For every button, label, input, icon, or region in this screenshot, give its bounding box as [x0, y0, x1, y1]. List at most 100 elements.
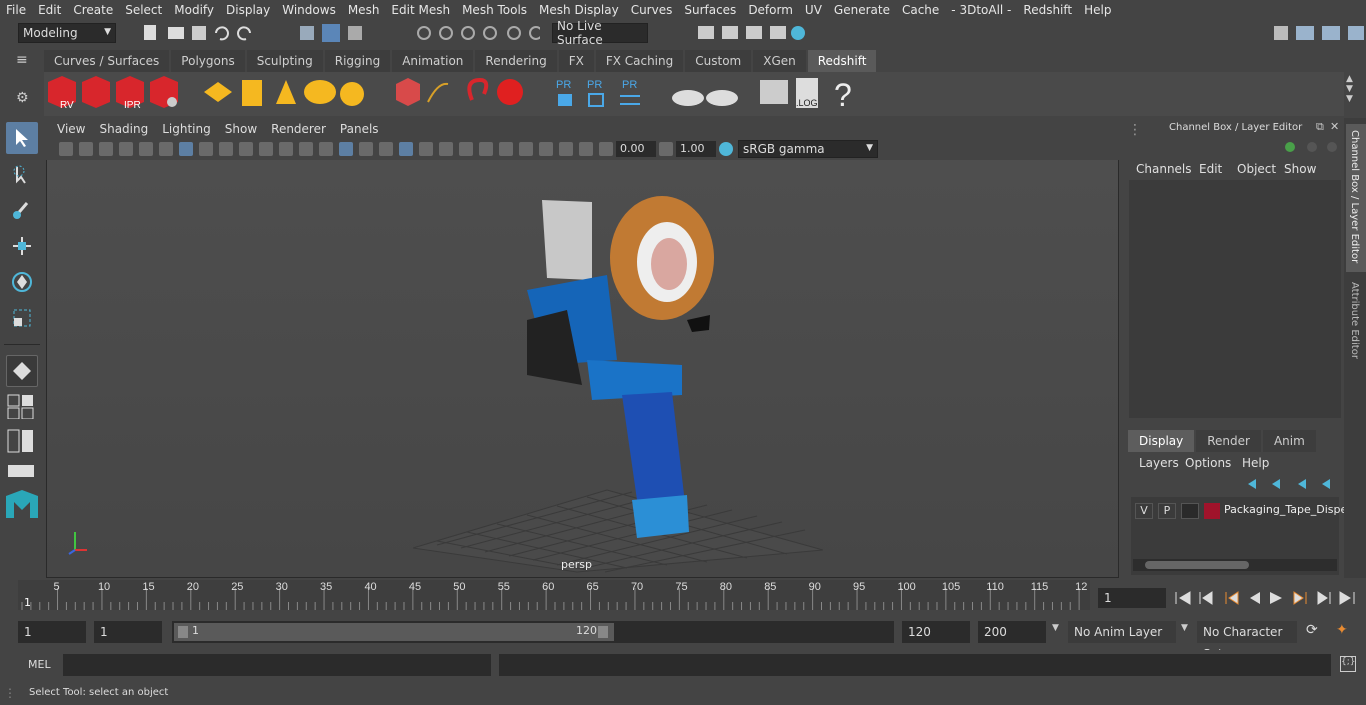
- safe-action-icon[interactable]: [279, 142, 293, 156]
- bookmark-icon[interactable]: [99, 142, 113, 156]
- smooth-shade-icon[interactable]: [339, 142, 353, 156]
- character-set-field[interactable]: No Character Set: [1197, 621, 1297, 661]
- default-material-icon[interactable]: [359, 142, 373, 156]
- playback-end-field[interactable]: 120: [902, 621, 970, 643]
- color-space-dropdown[interactable]: sRGB gamma ▼: [738, 140, 878, 158]
- time-slider[interactable]: 5 10 15 20 25 30 35 40 45 50 55 60 65 70 75 80 85 90 95 100…: [18, 580, 1090, 610]
- depth-of-field-icon[interactable]: [499, 142, 513, 156]
- tab-xgen[interactable]: XGen: [753, 50, 806, 72]
- layer-color-swatch[interactable]: [1204, 503, 1220, 519]
- render-icons[interactable]: [676, 23, 816, 43]
- exposure-field[interactable]: 0.00: [616, 141, 656, 157]
- script-editor-icon[interactable]: {;}: [1340, 656, 1356, 672]
- end-time-field[interactable]: 200: [978, 621, 1046, 643]
- tab-redshift[interactable]: Redshift: [807, 50, 877, 72]
- command-input[interactable]: [63, 654, 491, 676]
- channel-menu-edit[interactable]: Edit: [1199, 162, 1222, 176]
- menu-generate[interactable]: Generate: [828, 3, 896, 17]
- range-slider-start-handle[interactable]: [178, 626, 188, 638]
- lasso-tool-icon[interactable]: [6, 158, 38, 190]
- grid-icon[interactable]: [179, 142, 193, 156]
- layout-panes-icon[interactable]: [6, 428, 38, 457]
- tab-fx[interactable]: FX: [558, 50, 594, 72]
- tab-rendering[interactable]: Rendering: [475, 50, 557, 72]
- viewport-menu-view[interactable]: View: [50, 122, 92, 136]
- chevron-down-icon[interactable]: ▼: [1052, 623, 1059, 633]
- tab-fx-caching[interactable]: FX Caching: [595, 50, 684, 72]
- rotate-tool-icon[interactable]: [6, 266, 38, 298]
- preferences-runner-icon[interactable]: ✦: [1336, 622, 1348, 638]
- float-panel-icon[interactable]: ⧉: [1316, 120, 1324, 134]
- script-language-label[interactable]: MEL: [28, 658, 51, 671]
- layer-menu-layers[interactable]: Layers: [1139, 456, 1179, 470]
- use-all-lights-icon[interactable]: [399, 142, 413, 156]
- panel-grip-icon[interactable]: ⋮: [1128, 122, 1142, 138]
- textured-icon[interactable]: [379, 142, 393, 156]
- layout-single-icon[interactable]: [6, 393, 38, 422]
- tab-anim[interactable]: Anim: [1262, 430, 1316, 452]
- menu-3dtoall[interactable]: - 3DtoAll -: [945, 3, 1017, 17]
- safe-title-icon[interactable]: [299, 142, 313, 156]
- live-surface-field[interactable]: No Live Surface: [552, 19, 648, 47]
- xray-joints-icon[interactable]: [559, 142, 573, 156]
- shelf-scroll[interactable]: ▲ ▼ ▼: [1346, 74, 1360, 114]
- tab-sculpting[interactable]: Sculpting: [246, 50, 323, 72]
- image-plane-icon[interactable]: [119, 142, 133, 156]
- menu-windows[interactable]: Windows: [276, 3, 342, 17]
- menu-create[interactable]: Create: [67, 3, 119, 17]
- shadows-icon[interactable]: [419, 142, 433, 156]
- layer-type-toggle[interactable]: [1181, 503, 1199, 519]
- menu-file[interactable]: File: [0, 3, 32, 17]
- menu-modify[interactable]: Modify: [168, 3, 220, 17]
- layer-name[interactable]: Packaging_Tape_Dispe: [1224, 503, 1347, 516]
- tab-channel-box-side[interactable]: Channel Box / Layer Editor: [1346, 124, 1366, 272]
- shelf-menu-icon[interactable]: ≡: [16, 52, 36, 68]
- viewport-menu-panels[interactable]: Panels: [333, 122, 386, 136]
- tab-render[interactable]: Render: [1196, 430, 1261, 452]
- soft-select-icon[interactable]: [6, 355, 38, 387]
- tab-animation[interactable]: Animation: [392, 50, 474, 72]
- channel-menu-object[interactable]: Object: [1237, 162, 1276, 176]
- anim-layer-field[interactable]: No Anim Layer: [1068, 621, 1176, 643]
- layer-action-icons[interactable]: [1240, 476, 1340, 492]
- isolate-select-icon[interactable]: [519, 142, 533, 156]
- select-tool-icon[interactable]: [6, 122, 38, 154]
- current-frame-field[interactable]: 1: [1098, 588, 1166, 608]
- tab-rigging[interactable]: Rigging: [324, 50, 391, 72]
- gamma-field[interactable]: 1.00: [676, 141, 716, 157]
- layer-scrollbar[interactable]: [1133, 559, 1337, 571]
- field-chart-icon[interactable]: [259, 142, 273, 156]
- range-slider-bar[interactable]: [174, 623, 614, 641]
- grease-pencil-icon[interactable]: [159, 142, 173, 156]
- layer-menu-options[interactable]: Options: [1185, 456, 1231, 470]
- color-management-icon[interactable]: [719, 142, 733, 156]
- tab-polygons[interactable]: Polygons: [171, 50, 245, 72]
- layer-scrollbar-thumb[interactable]: [1145, 561, 1249, 569]
- tab-curves-surfaces[interactable]: Curves / Surfaces: [44, 50, 170, 72]
- chevron-down-icon[interactable]: ▼: [1181, 623, 1188, 633]
- viewport-menu-renderer[interactable]: Renderer: [264, 122, 333, 136]
- shelf-options[interactable]: ≡ ⚙: [16, 52, 36, 116]
- menu-select[interactable]: Select: [119, 3, 168, 17]
- layer-menu-help[interactable]: Help: [1242, 456, 1269, 470]
- start-time-field[interactable]: 1: [18, 621, 86, 643]
- viewport-menu-shading[interactable]: Shading: [92, 122, 155, 136]
- channel-menu-show[interactable]: Show: [1284, 162, 1316, 176]
- camera-attr-icon[interactable]: [79, 142, 93, 156]
- move-tool-icon[interactable]: [6, 230, 38, 262]
- gate-mask-icon[interactable]: [239, 142, 253, 156]
- motion-blur-icon[interactable]: [459, 142, 473, 156]
- status-line-icons[interactable]: [140, 23, 540, 43]
- viewport-menu-lighting[interactable]: Lighting: [155, 122, 218, 136]
- viewport-3d[interactable]: persp: [47, 160, 1118, 577]
- resolution-gate-icon[interactable]: [219, 142, 233, 156]
- film-gate-icon[interactable]: [199, 142, 213, 156]
- layer-visibility-toggle[interactable]: V: [1135, 503, 1153, 519]
- workspace-icons[interactable]: [1270, 23, 1366, 43]
- gear-icon[interactable]: ⚙: [16, 90, 36, 106]
- layout-outliner-icon[interactable]: [6, 463, 38, 482]
- viewport-menu-show[interactable]: Show: [218, 122, 264, 136]
- redshift-shelf-icons[interactable]: RV IPR PR PR PR .LOG ?: [44, 72, 864, 116]
- channel-box-icons[interactable]: [1282, 138, 1342, 156]
- 2d-pan-icon[interactable]: [139, 142, 153, 156]
